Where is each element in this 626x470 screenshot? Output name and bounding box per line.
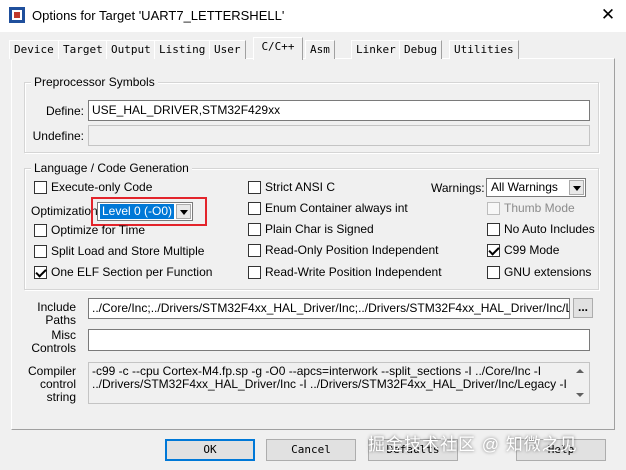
enum-container-label: Enum Container always int bbox=[265, 201, 408, 215]
warnings-value: All Warnings bbox=[491, 180, 558, 194]
tab-target[interactable]: Target bbox=[58, 40, 108, 59]
ro-pi-label: Read-Only Position Independent bbox=[265, 243, 439, 257]
misc-controls-label-1: Misc bbox=[51, 328, 76, 342]
rw-pi-label: Read-Write Position Independent bbox=[265, 265, 442, 279]
tab-listing[interactable]: Listing bbox=[154, 40, 211, 59]
tab-strip: Device Target Output Listing User C/C++ … bbox=[0, 37, 626, 60]
ok-button[interactable]: OK bbox=[165, 439, 255, 461]
plain-char-checkbox[interactable] bbox=[248, 223, 261, 236]
tab-debug[interactable]: Debug bbox=[399, 40, 443, 59]
execute-only-label: Execute-only Code bbox=[51, 180, 153, 194]
tab-output[interactable]: Output bbox=[106, 40, 156, 59]
tab-c-cpp[interactable]: C/C++ bbox=[253, 37, 303, 60]
browse-include-paths-button[interactable]: ... bbox=[573, 298, 593, 318]
language-group-title: Language / Code Generation bbox=[31, 161, 192, 175]
scroll-up-icon[interactable] bbox=[576, 369, 584, 373]
dialog-client: Device Target Output Listing User C/C++ … bbox=[0, 32, 626, 470]
scroll-down-icon[interactable] bbox=[576, 393, 584, 397]
misc-controls-input[interactable] bbox=[88, 329, 590, 351]
preprocessor-group-title: Preprocessor Symbols bbox=[31, 75, 158, 89]
strict-ansi-label: Strict ANSI C bbox=[265, 180, 336, 194]
plain-char-label: Plain Char is Signed bbox=[265, 222, 374, 236]
no-auto-includes-checkbox[interactable] bbox=[487, 223, 500, 236]
ro-pi-checkbox[interactable] bbox=[248, 244, 261, 257]
c99-mode-checkbox[interactable] bbox=[487, 244, 500, 257]
tab-device[interactable]: Device bbox=[9, 40, 59, 59]
define-label: Define: bbox=[45, 104, 84, 118]
chevron-down-icon[interactable] bbox=[569, 180, 584, 195]
execute-only-checkbox[interactable] bbox=[34, 181, 47, 194]
undefine-label: Undefine: bbox=[32, 129, 84, 143]
include-paths-input[interactable]: ../Core/Inc;../Drivers/STM32F4xx_HAL_Dri… bbox=[88, 298, 570, 319]
include-paths-label-2: Paths bbox=[45, 313, 76, 327]
gnu-extensions-checkbox[interactable] bbox=[487, 266, 500, 279]
optimize-time-checkbox[interactable] bbox=[34, 224, 47, 237]
c99-mode-label: C99 Mode bbox=[504, 243, 560, 257]
warnings-label: Warnings: bbox=[431, 181, 485, 195]
include-paths-label-1: Include bbox=[37, 300, 76, 314]
no-auto-includes-label: No Auto Includes bbox=[504, 222, 595, 236]
warnings-select[interactable]: All Warnings bbox=[486, 178, 586, 197]
thumb-mode-label: Thumb Mode bbox=[504, 201, 575, 215]
compiler-control-label-2: control bbox=[39, 377, 76, 391]
window-title: Options for Target 'UART7_LETTERSHELL' bbox=[32, 8, 285, 23]
watermark-text: 掘金技术社区 @ 知微之见 bbox=[368, 435, 578, 454]
optimization-value: Level 0 (-O0) bbox=[100, 204, 175, 219]
enum-container-checkbox[interactable] bbox=[248, 202, 261, 215]
split-load-label: Split Load and Store Multiple bbox=[51, 244, 205, 258]
app-icon bbox=[9, 7, 25, 23]
thumb-mode-checkbox bbox=[487, 202, 500, 215]
gnu-extensions-label: GNU extensions bbox=[504, 265, 592, 279]
compiler-control-label-3: string bbox=[46, 390, 76, 404]
compiler-control-text: -c99 -c --cpu Cortex-M4.fp.sp -g -O0 --a… bbox=[92, 364, 567, 391]
compiler-control-string: -c99 -c --cpu Cortex-M4.fp.sp -g -O0 --a… bbox=[88, 362, 590, 404]
compiler-control-label-1: Compiler bbox=[27, 364, 76, 378]
define-input[interactable]: USE_HAL_DRIVER,STM32F429xx bbox=[88, 100, 590, 121]
tab-utilities[interactable]: Utilities bbox=[449, 40, 519, 59]
undefine-input[interactable] bbox=[88, 125, 590, 146]
tab-asm[interactable]: Asm bbox=[305, 40, 335, 59]
optimize-time-label: Optimize for Time bbox=[51, 223, 146, 237]
close-icon[interactable]: ✕ bbox=[596, 4, 620, 26]
split-load-checkbox[interactable] bbox=[34, 245, 47, 258]
rw-pi-checkbox[interactable] bbox=[248, 266, 261, 279]
misc-controls-label-2: Controls bbox=[31, 341, 76, 355]
one-elf-checkbox[interactable] bbox=[34, 266, 47, 279]
tab-linker[interactable]: Linker bbox=[351, 40, 401, 59]
strict-ansi-checkbox[interactable] bbox=[248, 181, 261, 194]
chevron-down-icon[interactable] bbox=[176, 204, 191, 219]
tab-user[interactable]: User bbox=[209, 40, 246, 59]
compiler-control-scrollbar[interactable] bbox=[572, 364, 588, 402]
one-elf-label: One ELF Section per Function bbox=[51, 265, 213, 279]
title-bar: Options for Target 'UART7_LETTERSHELL' ✕ bbox=[0, 0, 626, 32]
cancel-button[interactable]: Cancel bbox=[266, 439, 356, 461]
optimization-select[interactable]: Level 0 (-O0) bbox=[97, 202, 193, 221]
